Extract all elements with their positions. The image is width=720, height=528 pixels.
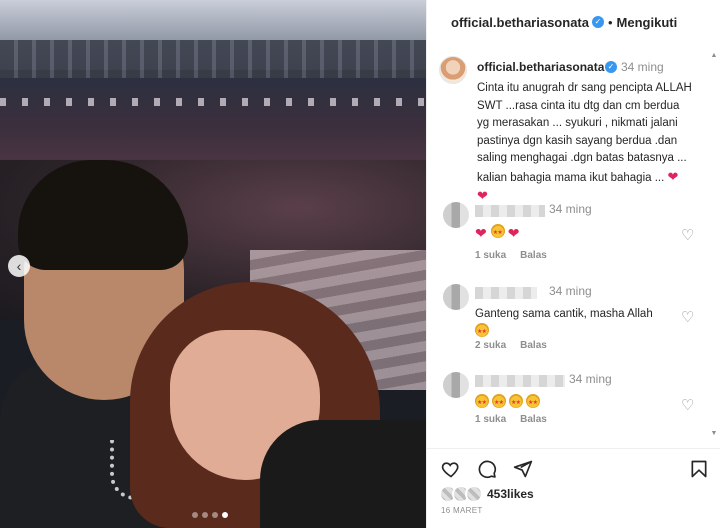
liker-avatars: [439, 485, 485, 503]
heart-emoji-icon: ❤: [477, 188, 488, 203]
comment-like-heart-icon[interactable]: ♡: [681, 396, 694, 414]
comment-item: 34 ming ❤❤ ♡ 1 suka Balas: [427, 202, 707, 282]
comment-meta: 2 suka Balas: [475, 340, 547, 351]
comment-icon[interactable]: [477, 459, 497, 479]
comment-item: 34 ming ♡ 1 suka Balas: [427, 372, 707, 444]
comment-meta: 1 suka Balas: [475, 414, 547, 425]
comment-item: 34 ming Ganteng sama cantik, masha Allah…: [427, 284, 707, 364]
photo-stadium-roof: [0, 40, 426, 80]
comment-meta: 1 suka Balas: [475, 250, 547, 261]
carousel-dot[interactable]: [202, 512, 208, 518]
comments-scrollbar[interactable]: ▲ ▼: [710, 52, 718, 438]
comment-likes[interactable]: 2 suka: [475, 340, 506, 351]
verified-badge-icon: ✓: [591, 16, 604, 28]
caption-text: Cinta itu anugrah dr sang pencipta ALLAH…: [477, 82, 692, 203]
star-struck-emoji-icon: [490, 224, 505, 242]
heart-icon[interactable]: [441, 459, 461, 479]
caption-time: 34 ming: [621, 60, 664, 74]
comment-username[interactable]: [475, 375, 565, 387]
comment-text: Ganteng sama cantik, masha Allah: [475, 306, 675, 341]
comment-text: [475, 394, 675, 412]
star-struck-emoji-icon: [475, 394, 489, 412]
post-side-panel: official.bethariasonata ✓ • Mengikuti of…: [426, 0, 720, 528]
post-photo[interactable]: ‹: [0, 0, 426, 528]
carousel-dots: [192, 512, 228, 518]
avatar[interactable]: [439, 56, 467, 84]
avatar[interactable]: [443, 372, 469, 398]
comments-scroll-area[interactable]: official.bethariasonata ✓ 34 ming Cinta …: [427, 44, 720, 444]
scroll-up-arrow-icon[interactable]: ▲: [710, 52, 718, 60]
star-struck-emoji-icon: [475, 323, 489, 341]
post-header: official.bethariasonata ✓ • Mengikuti: [427, 0, 720, 44]
star-struck-emoji-icon: [509, 394, 523, 412]
star-struck-emoji-icon: [492, 394, 506, 412]
heart-emoji-icon: ❤: [667, 168, 679, 184]
comment-time: 34 ming: [549, 202, 592, 216]
photo-woman-body: [260, 420, 426, 528]
likes-summary[interactable]: 453likes: [439, 485, 534, 503]
separator-dot: •: [607, 14, 613, 30]
carousel-dot-active[interactable]: [222, 512, 228, 518]
heart-emoji-icon: ❤: [507, 225, 520, 241]
bookmark-icon[interactable]: [689, 459, 709, 479]
share-icon[interactable]: [513, 459, 533, 479]
post-date: 16 MARET: [441, 506, 483, 515]
avatar[interactable]: [443, 284, 469, 310]
comment-time: 34 ming: [549, 284, 592, 298]
post-actions-bar: [427, 448, 720, 488]
carousel-prev-button[interactable]: ‹: [8, 255, 30, 277]
comment-username[interactable]: [475, 287, 537, 299]
comment-likes[interactable]: 1 suka: [475, 414, 506, 425]
carousel-dot[interactable]: [192, 512, 198, 518]
comment-likes[interactable]: 1 suka: [475, 250, 506, 261]
follow-button[interactable]: Mengikuti: [617, 15, 678, 30]
heart-emoji-icon: ❤: [475, 225, 487, 241]
comment-reply-button[interactable]: Balas: [520, 340, 547, 351]
comment-text: ❤❤: [475, 224, 675, 242]
star-struck-emoji-icon: [526, 394, 540, 412]
verified-badge-icon: ✓: [605, 61, 617, 73]
avatar: [465, 485, 483, 503]
likes-count[interactable]: 453likes: [487, 487, 534, 501]
chevron-left-icon: ‹: [16, 258, 22, 274]
header-username[interactable]: official.bethariasonata: [451, 15, 589, 30]
comment-reply-button[interactable]: Balas: [520, 250, 547, 261]
comment-reply-button[interactable]: Balas: [520, 414, 547, 425]
photo-stadium-lights: [0, 98, 426, 106]
comment-username[interactable]: [475, 205, 545, 217]
comment-time: 34 ming: [569, 372, 612, 386]
comment-like-heart-icon[interactable]: ♡: [681, 226, 694, 244]
avatar[interactable]: [443, 202, 469, 228]
comment-like-heart-icon[interactable]: ♡: [681, 308, 694, 326]
carousel-dot[interactable]: [212, 512, 218, 518]
caption-username[interactable]: official.bethariasonata: [477, 60, 604, 74]
scroll-down-arrow-icon[interactable]: ▼: [710, 430, 718, 438]
